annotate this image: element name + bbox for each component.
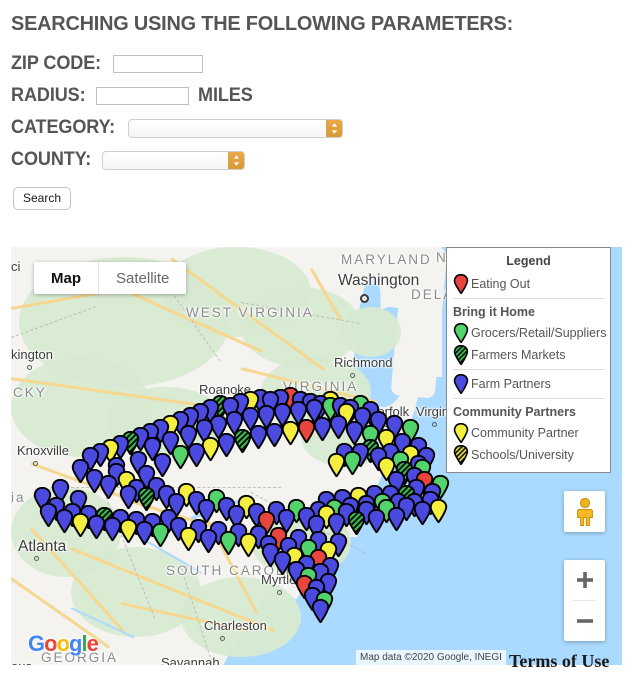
legend-item-label: Schools/University: [471, 447, 574, 462]
map-marker[interactable]: [171, 444, 190, 470]
map-type-control[interactable]: Map Satellite: [34, 262, 187, 294]
plus-icon: [576, 572, 593, 588]
chevron-updown-icon[interactable]: [228, 151, 245, 169]
page-root: SEARCHING USING THE FOLLOWING PARAMETERS…: [0, 0, 633, 677]
map-capital-marker: [360, 294, 369, 303]
terms-of-use-link[interactable]: Terms of Use: [509, 651, 609, 677]
legend-item-label: Community Partner: [471, 425, 579, 440]
map-marker[interactable]: [179, 526, 198, 552]
legend-item[interactable]: Farm Partners: [447, 373, 610, 395]
map-city-dot: [432, 422, 437, 427]
zip-code-input[interactable]: [112, 55, 203, 73]
legend-item-label: Farmers Markets: [471, 347, 566, 362]
map-marker[interactable]: [119, 484, 138, 510]
logo-letter: e: [86, 631, 99, 656]
map-pin-icon: [453, 373, 469, 395]
radius-label: RADIUS:: [11, 85, 86, 106]
pegman-glyph: [576, 497, 593, 526]
map-marker[interactable]: [199, 528, 218, 554]
legend-separator: [453, 398, 604, 399]
map-pin-icon: [453, 273, 469, 295]
map-canvas[interactable]: MARYLANDNEW JERSEYDELAWAREWEST VIRGINIAV…: [11, 247, 622, 665]
map-marker[interactable]: [137, 486, 156, 512]
logo-letter: o: [56, 631, 70, 656]
legend-group-heading: Bring it Home: [453, 305, 535, 319]
map-pin-icon: [453, 444, 469, 466]
legend-item[interactable]: Grocers/Retail/Suppliers: [447, 322, 610, 344]
legend-title: Legend: [506, 254, 551, 268]
zoom-controls[interactable]: [564, 560, 605, 641]
legend-item-label: Farm Partners: [471, 376, 551, 391]
map-legend: Legend Eating Out Bring it Home Grocers/Re…: [446, 247, 611, 473]
miles-label: MILES: [198, 85, 254, 106]
category-select-value: [129, 124, 133, 136]
county-row: COUNTY:: [11, 146, 633, 174]
map-marker[interactable]: [311, 598, 330, 624]
map-marker[interactable]: [151, 522, 170, 548]
map-city-dot: [350, 373, 355, 378]
terrain-green-11: [341, 307, 401, 357]
category-select[interactable]: [127, 118, 343, 138]
map-city-dot: [277, 590, 282, 595]
google-logo: Google: [28, 631, 99, 657]
logo-letter: g: [69, 631, 82, 656]
map-marker[interactable]: [219, 530, 238, 556]
map-type-satellite[interactable]: Satellite: [99, 262, 186, 294]
map-attribution: Map data ©2020 Google, INEGI: [356, 650, 506, 665]
map-marker[interactable]: [367, 508, 386, 534]
legend-item[interactable]: Schools/University: [447, 444, 610, 466]
county-select-value: [103, 156, 107, 168]
legend-item[interactable]: Eating Out: [447, 273, 610, 295]
street-view-pegman-icon[interactable]: [564, 491, 605, 532]
map-city-dot: [27, 365, 32, 370]
legend-group-heading: Community Partners: [453, 405, 576, 419]
zip-code-row: ZIP CODE:: [11, 50, 633, 78]
legend-item-label: Eating Out: [471, 276, 531, 291]
county-select[interactable]: [102, 150, 246, 170]
map-marker[interactable]: [387, 506, 406, 532]
zoom-in-button[interactable]: [564, 560, 605, 600]
map-city-dot: [33, 461, 38, 466]
legend-body: Eating Out Bring it Home Grocers/Retail/Su…: [447, 273, 610, 466]
legend-item[interactable]: Community Partner: [447, 422, 610, 444]
legend-separator: [453, 369, 604, 370]
map-pin-icon: [453, 344, 469, 366]
minus-icon: [576, 619, 593, 623]
county-label: COUNTY:: [11, 149, 92, 170]
map-marker[interactable]: [347, 510, 366, 536]
radius-input[interactable]: [96, 87, 190, 105]
chevron-updown-icon[interactable]: [325, 119, 342, 137]
map-pin-icon: [453, 322, 469, 344]
search-button[interactable]: Search: [13, 187, 72, 210]
radius-row: RADIUS: MILES: [11, 82, 633, 110]
map-city-dot: [34, 556, 39, 561]
map-marker[interactable]: [99, 474, 118, 500]
logo-letter: o: [44, 631, 57, 656]
zip-code-label: ZIP CODE:: [11, 53, 102, 74]
zoom-out-button[interactable]: [564, 601, 605, 641]
legend-separator: [453, 298, 604, 299]
category-row: CATEGORY:: [11, 114, 633, 142]
page-title: SEARCHING USING THE FOLLOWING PARAMETERS…: [11, 12, 514, 35]
map-marker[interactable]: [239, 532, 258, 558]
map-marker[interactable]: [413, 500, 432, 526]
search-form: SEARCHING USING THE FOLLOWING PARAMETERS…: [0, 0, 633, 210]
map-city-dot: [220, 636, 225, 641]
legend-item-label: Grocers/Retail/Suppliers: [471, 325, 607, 340]
category-label: CATEGORY:: [11, 117, 116, 138]
map-marker[interactable]: [327, 452, 346, 478]
legend-item[interactable]: Farmers Markets: [447, 344, 610, 366]
map-pin-icon: [453, 422, 469, 444]
logo-letter: G: [28, 631, 45, 656]
map-type-map[interactable]: Map: [34, 262, 98, 294]
